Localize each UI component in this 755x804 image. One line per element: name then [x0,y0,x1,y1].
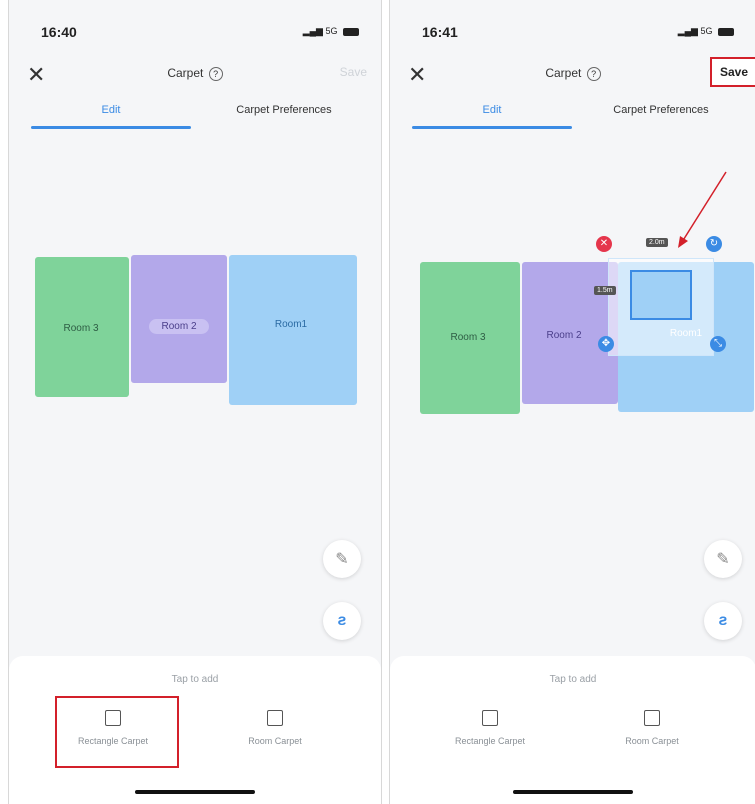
rectangle-carpet-label: Rectangle Carpet [454,736,526,746]
tab-carpet-preferences[interactable]: Carpet Preferences [209,104,359,116]
room-2-label: Room 2 [546,330,582,341]
help-icon[interactable]: ? [208,67,223,81]
home-indicator [513,790,633,794]
room-2-label: Room 2 [149,319,209,334]
signal-bars-icon: ▂▄▆ [302,26,323,37]
room-3-label: Room 3 [450,332,486,343]
floor-map[interactable]: Room 3 Room 2 Room1 2.0m 1.5m ✕ ↻ ✥ ⤡ [418,228,755,418]
room-carpet-icon [267,710,283,726]
ruler-button[interactable]: ✎ [704,540,742,578]
signal-indicator: ▂▄▆ 5G [678,26,734,37]
room-3-label: Room 3 [63,323,99,334]
signal-indicator: ▂▄▆ 5G [303,26,359,37]
resize-carpet-icon[interactable]: ⤡ [710,336,726,352]
tab-carpet-preferences[interactable]: Carpet Preferences [586,104,736,116]
tab-edit-underline [412,126,572,129]
save-button[interactable]: Save [709,57,755,87]
battery-icon [343,27,359,36]
highlight-box-rectangle [55,696,179,768]
rectangle-carpet-option[interactable]: Rectangle Carpet [430,710,550,746]
status-time: 16:40 [41,24,77,40]
home-indicator [135,790,255,794]
room-carpet-label: Room Carpet [625,736,679,746]
delete-carpet-icon[interactable]: ✕ [596,236,612,252]
tab-edit[interactable]: Edit [412,104,572,116]
status-time: 16:41 [422,24,458,40]
bottom-sheet: Tap to add Rectangle Carpet Room Carpet [9,656,381,804]
phone-screen-2: 16:41 ▂▄▆ 5G ✕ Carpet ? Save Edit Carpet… [389,0,755,804]
room-1-label: Room1 [274,319,308,330]
help-icon[interactable]: ? [586,67,601,81]
path-icon: ƨ [337,612,347,629]
tab-bar: Edit Carpet Preferences [390,104,755,134]
room-carpet-icon [644,710,660,726]
nav-bar: ✕ Carpet ? Save [390,57,755,94]
rotate-carpet-icon[interactable]: ↻ [706,236,722,252]
room-carpet-option[interactable]: Room Carpet [215,710,335,746]
tab-edit-underline [31,126,191,129]
battery-icon [718,27,734,36]
page-title: Carpet ? [390,66,755,81]
rectangle-carpet-icon [482,710,498,726]
tap-to-add-hint: Tap to add [171,674,219,685]
room-carpet-option[interactable]: Room Carpet [592,710,712,746]
bottom-sheet: Tap to add Rectangle Carpet Room Carpet [390,656,755,804]
move-carpet-icon[interactable]: ✥ [598,336,614,352]
page-title-text: Carpet [545,66,582,80]
nav-bar: ✕ Carpet ? Save [9,58,381,94]
network-label: 5G [325,26,338,36]
room-carpet-label: Room Carpet [248,736,302,746]
path-icon: ƨ [718,612,728,629]
tab-edit[interactable]: Edit [31,104,191,116]
page-title: Carpet ? [9,66,381,81]
path-button[interactable]: ƨ [704,602,742,640]
carpet-height-tag: 1.5m [594,286,616,295]
status-bar: 16:40 ▂▄▆ 5G [9,20,381,44]
page-title-text: Carpet [167,66,204,80]
room-1-area[interactable] [229,255,357,405]
rectangle-carpet[interactable] [630,270,692,320]
floor-map[interactable]: Room 3 Room 2 Room1 [31,253,361,413]
room-1-label: Room1 [669,328,703,339]
tab-bar: Edit Carpet Preferences [9,104,381,134]
phone-screen-1: 16:40 ▂▄▆ 5G ✕ Carpet ? Save Edit Carpet… [8,0,382,804]
ruler-button[interactable]: ✎ [323,540,361,578]
ruler-icon: ✎ [335,551,349,568]
signal-bars-icon: ▂▄▆ [677,26,698,37]
save-button[interactable]: Save [340,65,367,79]
carpet-width-tag: 2.0m [646,238,668,247]
network-label: 5G [700,26,713,36]
status-bar: 16:41 ▂▄▆ 5G [390,20,755,44]
path-button[interactable]: ƨ [323,602,361,640]
ruler-icon: ✎ [716,551,730,568]
tap-to-add-hint: Tap to add [549,674,597,685]
